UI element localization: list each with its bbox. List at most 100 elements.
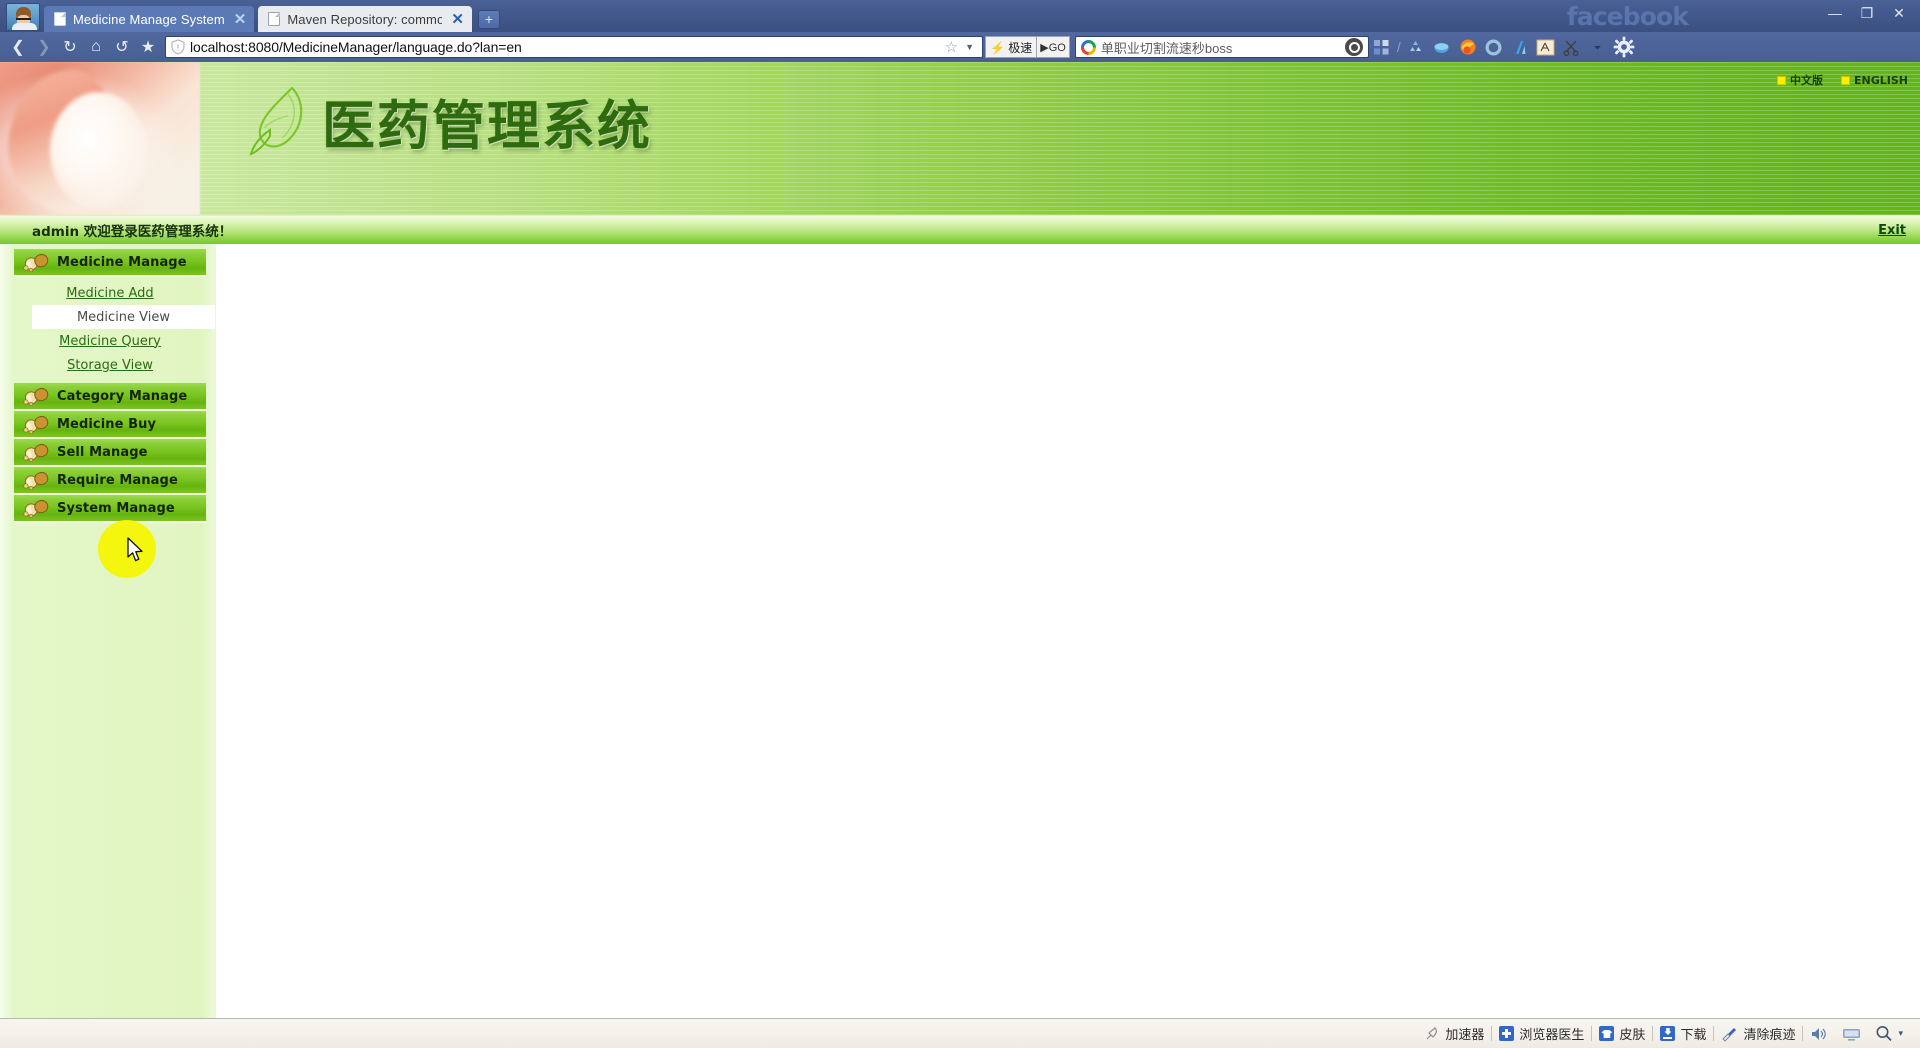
status-download[interactable]: 下载 [1653, 1024, 1713, 1043]
broom-icon [1722, 1027, 1737, 1042]
exit-link[interactable]: Exit [1878, 223, 1906, 238]
sidebar-group-label: System Manage [57, 500, 175, 516]
forward-icon[interactable]: ❯ [31, 35, 57, 59]
language-label: ENGLISH [1854, 73, 1908, 87]
capsule-icon [23, 387, 49, 406]
address-bar[interactable]: localhost:8080/MedicineManager/language.… [165, 36, 983, 58]
sidebar-group-label: Medicine Manage [57, 254, 187, 270]
language-label: 中文版 [1790, 74, 1824, 87]
search-input[interactable]: 单职业切割流速秒boss [1101, 38, 1345, 57]
go-button[interactable]: ▶GO [1036, 36, 1070, 58]
history-icon[interactable]: ↺ [109, 35, 135, 59]
link-storage-view[interactable]: Storage View [67, 358, 153, 373]
monitor-icon [1843, 1028, 1861, 1041]
menu-group-system-manage: System Manage [14, 495, 206, 523]
page-favicon-icon [268, 12, 281, 26]
address-dropdown-icon[interactable]: ▼ [965, 42, 978, 52]
bookmark-star-icon[interactable]: ★ [135, 35, 161, 59]
note-icon[interactable] [1533, 35, 1559, 59]
sidebar-group-label: Sell Manage [57, 444, 148, 460]
browser-search-box[interactable]: 单职业切割流速秒boss [1074, 36, 1369, 58]
language-option-chinese[interactable]: 中文版 [1777, 72, 1823, 88]
home-icon[interactable]: ⌂ [83, 35, 109, 59]
status-label: 皮肤 [1619, 1028, 1646, 1043]
security-shield-icon [171, 39, 185, 55]
maximize-button[interactable]: ❐ [1852, 2, 1882, 24]
sidebar-subitem-medicine-query[interactable]: Medicine Query [14, 329, 206, 353]
browser-tab-active[interactable]: Medicine Manage System ✕ [44, 6, 255, 32]
sidebar-subitem-medicine-add[interactable]: Medicine Add [14, 281, 206, 305]
speed-mode-button[interactable]: ⚡ 极速 [985, 36, 1037, 58]
search-engine-icon [1080, 39, 1096, 55]
url-text: localhost:8080/MedicineManager/language.… [190, 39, 522, 55]
language-option-english[interactable]: ENGLISH [1841, 72, 1908, 88]
user-avatar-icon[interactable] [6, 3, 40, 31]
capsule-icon [23, 253, 49, 272]
browser-titlebar: Medicine Manage System ✕ Maven Repositor… [0, 0, 1920, 32]
blue-ribbon-icon[interactable] [1507, 35, 1533, 59]
sidebar-item-require-manage[interactable]: Require Manage [14, 467, 206, 495]
capsule-icon [23, 471, 49, 490]
main-content-area [216, 244, 1920, 1028]
status-monitor-icon[interactable] [1835, 1026, 1868, 1042]
screenshot-dropdown-icon[interactable] [1585, 35, 1611, 59]
menu-group-category-manage: Category Manage [14, 383, 206, 411]
page-favicon-icon [54, 12, 66, 26]
browser-navigation-bar: ❮ ❯ ↻ ⌂ ↺ ★ localhost:8080/MedicineManag… [0, 32, 1920, 62]
capsule-icon [23, 443, 49, 462]
facebook-watermark: facebook [1566, 2, 1689, 31]
sidebar-subitem-medicine-view[interactable]: Medicine View [32, 305, 215, 329]
menu-group-require-manage: Require Manage [14, 467, 206, 495]
status-skin[interactable]: 皮肤 [1592, 1024, 1652, 1043]
browser-globe-icon[interactable] [1429, 35, 1455, 59]
shirt-icon [1599, 1026, 1615, 1041]
browser-status-bar: 加速器 浏览器医生 皮肤 下载 清除痕迹 ▾ [0, 1018, 1920, 1048]
welcome-bar: admin 欢迎登录医药管理系统！ Exit [0, 215, 1920, 244]
settings-gear-icon[interactable] [1611, 35, 1637, 59]
browser-tab-inactive[interactable]: Maven Repository: common ✕ [258, 6, 472, 32]
sidebar-navigation: Medicine Manage Medicine Add Medicine Vi… [0, 244, 216, 1028]
status-zoom-icon[interactable]: ▾ [1868, 1025, 1910, 1042]
back-icon[interactable]: ❮ [5, 35, 31, 59]
firefox-icon[interactable] [1455, 35, 1481, 59]
click-highlight-indicator [98, 520, 156, 578]
menu-group-medicine-manage: Medicine Manage Medicine Add Medicine Vi… [14, 249, 215, 383]
circle-ring-icon[interactable] [1481, 35, 1507, 59]
link-medicine-query[interactable]: Medicine Query [59, 334, 161, 349]
add-bookmark-icon[interactable]: ☆ [938, 38, 965, 56]
tab-close-icon[interactable]: ✕ [451, 12, 464, 27]
volume-icon [1812, 1027, 1827, 1040]
extension-grid-icon[interactable] [1369, 35, 1395, 59]
sidebar-item-medicine-buy[interactable]: Medicine Buy [14, 411, 206, 439]
submenu-medicine-manage: Medicine Add Medicine View Medicine Quer… [14, 277, 215, 383]
medkit-icon [1499, 1026, 1515, 1041]
toolbar-divider: / [1396, 39, 1401, 55]
status-volume-icon[interactable] [1803, 1026, 1835, 1042]
menu-group-medicine-buy: Medicine Buy [14, 411, 206, 439]
sidebar-item-category-manage[interactable]: Category Manage [14, 383, 206, 411]
tab-close-icon[interactable]: ✕ [234, 12, 247, 27]
scissors-icon[interactable] [1559, 35, 1585, 59]
page-title: 医药管理系统 [322, 96, 652, 157]
sidebar-item-system-manage[interactable]: System Manage [14, 495, 206, 523]
status-label: 加速器 [1445, 1028, 1485, 1043]
minimize-button[interactable]: — [1820, 2, 1850, 24]
sidebar-group-label: Medicine Buy [57, 416, 157, 432]
sidebar-item-sell-manage[interactable]: Sell Manage [14, 439, 206, 467]
recycle-icon[interactable] [1403, 35, 1429, 59]
zoom-caret-icon[interactable]: ▾ [1898, 1029, 1903, 1039]
new-tab-button[interactable]: + [477, 10, 500, 29]
close-window-button[interactable]: ✕ [1884, 2, 1914, 24]
link-medicine-view[interactable]: Medicine View [77, 310, 170, 325]
search-submit-icon[interactable] [1344, 38, 1363, 56]
bullet-icon [1777, 75, 1787, 85]
sidebar-subitem-storage-view[interactable]: Storage View [14, 353, 206, 377]
status-clear-traces[interactable]: 清除痕迹 [1714, 1024, 1802, 1043]
status-accelerator[interactable]: 加速器 [1417, 1024, 1491, 1043]
status-browser-doctor[interactable]: 浏览器医生 [1492, 1024, 1591, 1043]
reload-icon[interactable]: ↻ [57, 35, 83, 59]
sidebar-group-label: Category Manage [57, 388, 188, 404]
leaf-logo-icon [249, 86, 303, 156]
sidebar-item-medicine-manage[interactable]: Medicine Manage [14, 249, 206, 277]
link-medicine-add[interactable]: Medicine Add [66, 286, 153, 301]
